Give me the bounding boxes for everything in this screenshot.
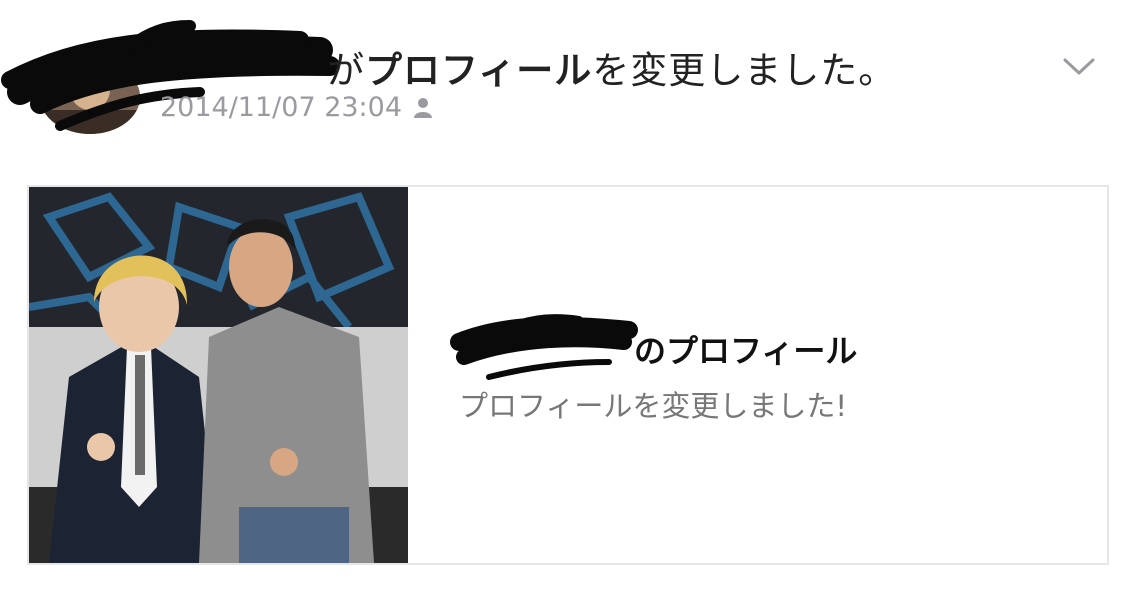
action-rest: を変更しました。 <box>592 49 897 92</box>
avatar[interactable] <box>40 60 140 134</box>
person-icon <box>414 97 433 118</box>
post-meta: 2014/11/07 23:04 <box>160 92 434 123</box>
profile-photo[interactable] <box>29 187 408 563</box>
action-bold: プロフィール <box>365 49 593 92</box>
card-subtitle: プロフィールを変更しました! <box>459 389 848 423</box>
name-suffix: が <box>327 49 365 92</box>
profile-card[interactable]: のプロフィール プロフィールを変更しました! <box>27 185 1109 565</box>
timeline-post: がプロフィールを変更しました。 2014/11/07 23:04 のプロフィール… <box>0 0 1136 606</box>
card-text: のプロフィール プロフィールを変更しました! <box>459 327 857 425</box>
card-title: のプロフィール <box>459 327 857 371</box>
timestamp: 2014/11/07 23:04 <box>160 92 403 123</box>
card-title-suffix: のプロフィール <box>634 332 858 370</box>
post-title: がプロフィールを変更しました。 <box>327 40 896 94</box>
chevron-down-icon[interactable] <box>1062 54 1096 78</box>
